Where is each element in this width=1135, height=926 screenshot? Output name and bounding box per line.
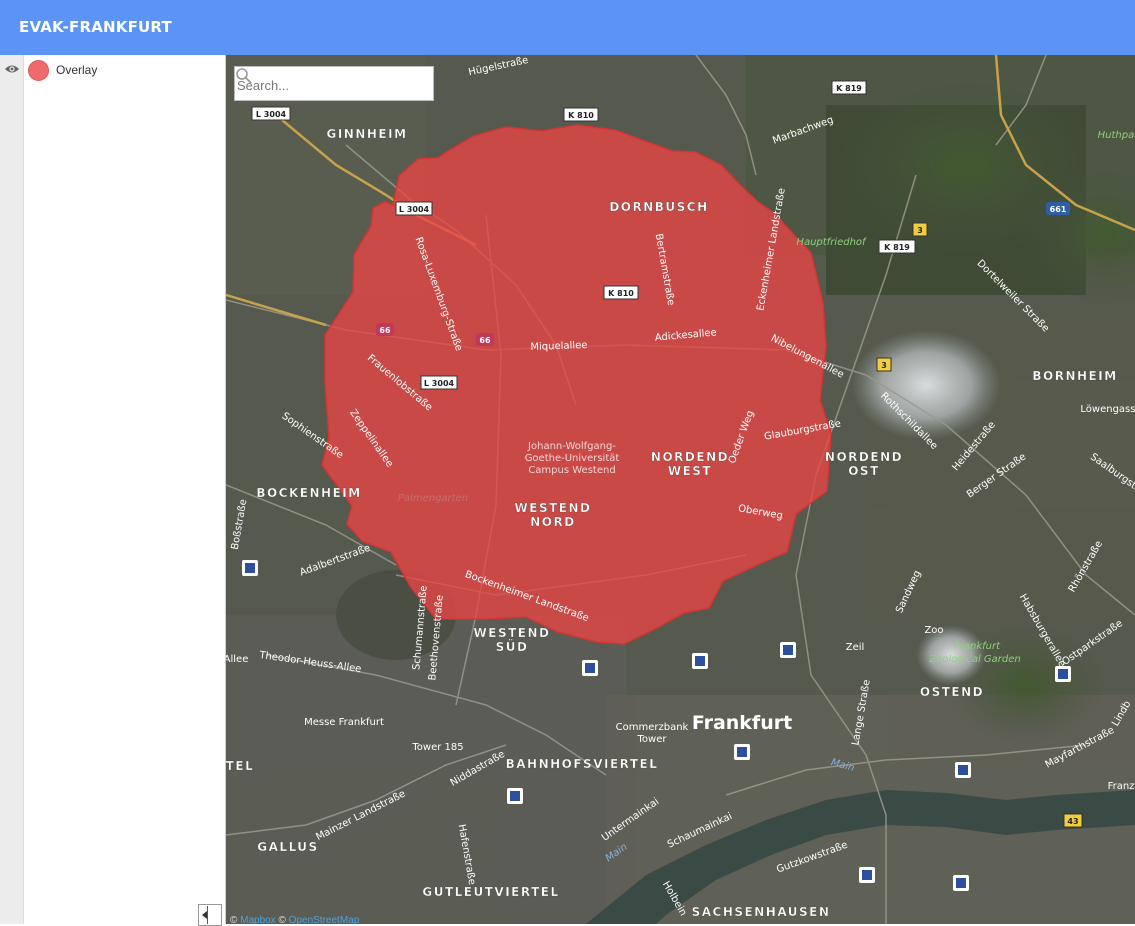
poi-label: Goethe-Universität (525, 453, 620, 464)
road-shield: L 3004 (251, 106, 291, 121)
svg-text:Miquelallee: Miquelallee (530, 340, 587, 353)
district-label: GALLUS (257, 840, 318, 854)
road-shield: 661 (1046, 202, 1070, 215)
poi-label: Zoo (924, 625, 943, 636)
layer-panel: Overlay (25, 55, 226, 924)
road-shield: 66 (376, 323, 394, 336)
poi-label: Palmengarten (398, 493, 468, 504)
svg-text:L 3004: L 3004 (399, 205, 430, 214)
train-station-icon[interactable] (734, 744, 750, 760)
city-label: Frankfurt (692, 712, 792, 734)
osm-link[interactable]: OpenStreetMap (289, 915, 360, 924)
poi-label: Campus Westend (528, 465, 615, 476)
search-box[interactable] (234, 66, 434, 101)
district-label: DORNBUSCH (609, 200, 708, 214)
district-label: GUTLEUTVIERTEL (422, 885, 559, 899)
district-label: SACHSENHAUSEN (692, 905, 831, 919)
district-label: BAHNHOFSVIERTEL (506, 757, 659, 771)
district-label: NORD (530, 515, 575, 529)
poi-label: Frankfurt (954, 641, 1001, 652)
svg-text:66: 66 (479, 336, 491, 345)
district-label: SÜD (496, 639, 529, 654)
svg-text:3: 3 (881, 361, 887, 370)
district-label: GINNHEIM (326, 127, 407, 141)
district-label: TEL (226, 759, 254, 773)
poi-label: Tower 185 (411, 742, 463, 753)
layer-label: Overlay (56, 63, 98, 77)
district-label: BORNHEIM (1032, 369, 1117, 383)
layer-visibility-rail (0, 55, 24, 924)
map-view[interactable]: L 3004 K 810 K 819 661 3 K 819 L 3004 K … (226, 55, 1135, 924)
map-attribution: © Mapbox © OpenStreetMap (230, 915, 360, 924)
map-canvas: L 3004 K 810 K 819 661 3 K 819 L 3004 K … (226, 55, 1135, 924)
layer-color-swatch (28, 60, 49, 81)
top-bar: EVAK-FRANKFURT (0, 0, 1135, 55)
svg-text:L 3004: L 3004 (424, 379, 455, 388)
svg-text:3: 3 (917, 226, 923, 235)
mapbox-link[interactable]: Mapbox (240, 915, 276, 924)
train-station-icon[interactable] (953, 875, 969, 891)
road-shield: L 3004 (420, 375, 458, 390)
train-station-icon[interactable] (582, 660, 598, 676)
svg-text:K 810: K 810 (568, 111, 594, 120)
svg-text:43: 43 (1067, 817, 1078, 826)
road-shield: K 810 (603, 285, 639, 300)
app-title: EVAK-FRANKFURT (19, 18, 172, 36)
train-station-icon[interactable] (780, 642, 796, 658)
svg-text:661: 661 (1050, 205, 1067, 214)
svg-text:L 3004: L 3004 (256, 110, 287, 119)
district-label: BOCKENHEIM (256, 486, 361, 500)
layer-item-overlay[interactable]: Overlay (25, 57, 225, 83)
poi-label: Huthpar (1098, 130, 1135, 141)
collapse-panel-button[interactable] (198, 904, 222, 926)
road-shield: 3 (876, 357, 892, 372)
eye-icon[interactable] (4, 63, 20, 75)
road-shield: K 819 (831, 80, 867, 95)
poi-label: Commerzbank (616, 722, 689, 733)
poi-label: Hauptfriedhof (796, 237, 867, 248)
svg-text:66: 66 (379, 326, 391, 335)
train-station-icon[interactable] (1055, 666, 1071, 682)
train-station-icon[interactable] (507, 788, 523, 804)
district-label: WESTEND (515, 501, 592, 515)
road-shield: K 819 (878, 239, 916, 254)
road-shield: 43 (1063, 813, 1083, 828)
district-label: WESTEND (474, 626, 551, 640)
search-input[interactable] (237, 75, 397, 95)
district-label: OSTEND (920, 685, 984, 699)
poi-label: Zoological Garden (928, 654, 1021, 665)
road-shield: K 810 (563, 107, 599, 122)
svg-text:Allee: Allee (226, 654, 248, 665)
svg-text:K 819: K 819 (836, 84, 862, 93)
svg-text:K 810: K 810 (608, 289, 634, 298)
district-label: NORDEND (651, 450, 729, 464)
train-station-icon[interactable] (859, 867, 875, 883)
train-station-icon[interactable] (955, 762, 971, 778)
svg-text:Franz: Franz (1108, 781, 1135, 792)
district-label: WEST (668, 464, 712, 478)
search-icon[interactable] (235, 67, 253, 85)
poi-label: Tower (637, 734, 668, 745)
road-shield: 66 (476, 333, 494, 346)
poi-label: Messe Frankfurt (304, 717, 384, 728)
train-station-icon[interactable] (242, 560, 258, 576)
svg-text:Löwengasse: Löwengasse (1080, 404, 1135, 415)
district-label: NORDEND (825, 450, 903, 464)
train-station-icon[interactable] (692, 653, 708, 669)
poi-label: Johann-Wolfgang- (527, 441, 616, 452)
svg-text:Zeil: Zeil (846, 642, 865, 653)
road-shield: L 3004 (395, 201, 433, 216)
district-label: OST (848, 464, 880, 478)
svg-text:K 819: K 819 (884, 243, 910, 252)
road-shield: 3 (912, 222, 928, 237)
